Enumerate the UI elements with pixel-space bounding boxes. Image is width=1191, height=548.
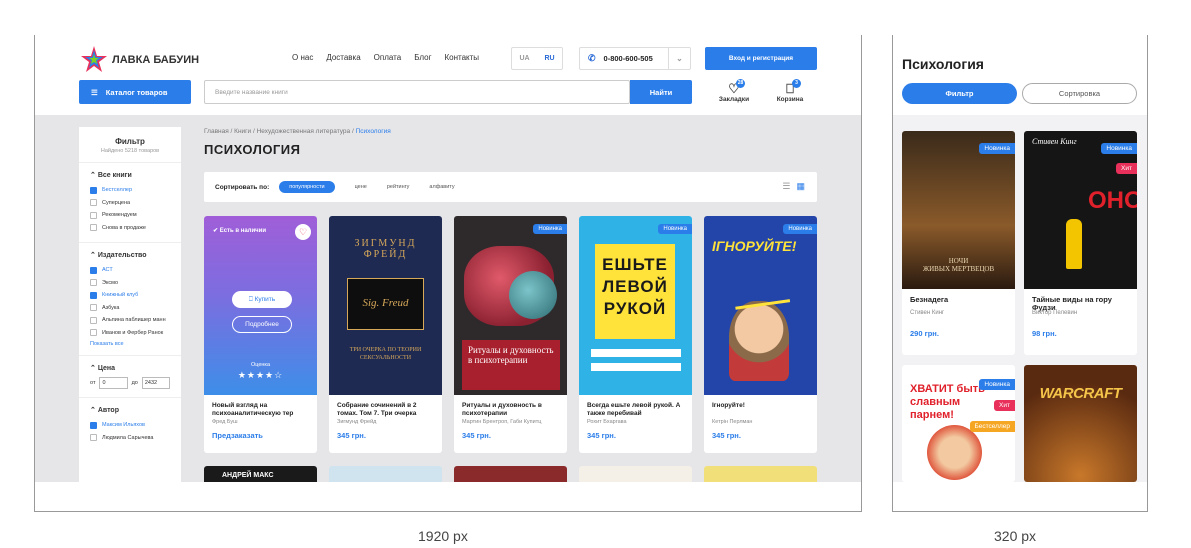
desktop-width-label: 1920 px: [418, 528, 468, 544]
desktop-frame: [34, 35, 862, 512]
mobile-frame: [892, 35, 1148, 512]
mobile-width-label: 320 px: [994, 528, 1037, 544]
